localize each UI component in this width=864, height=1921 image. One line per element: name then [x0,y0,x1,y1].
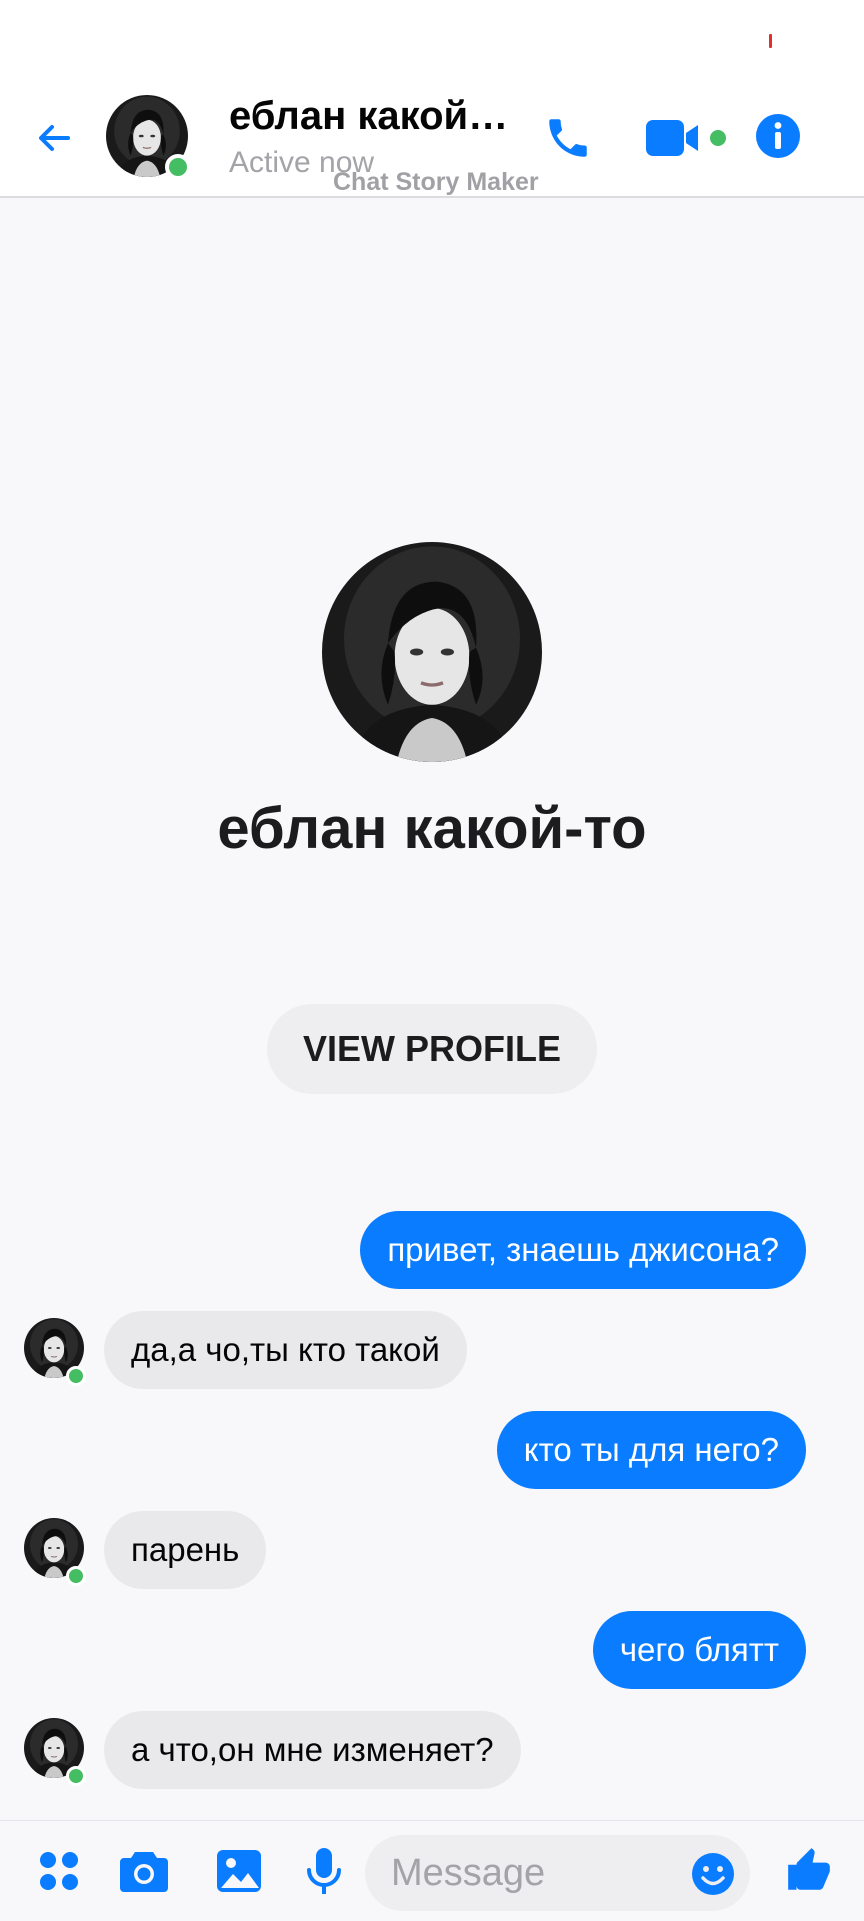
message-bubble[interactable]: парень [104,1511,267,1589]
apps-icon [40,1852,78,1890]
message-bubble[interactable]: привет, знаешь джисона? [360,1211,806,1289]
contact-name[interactable]: еблан какой-то [229,94,519,139]
online-indicator [66,1766,86,1786]
voice-call-button[interactable] [538,108,598,168]
message-input[interactable] [391,1835,661,1911]
back-arrow-icon [39,125,70,151]
profile-name: еблан какой-то [217,796,647,861]
back-button[interactable] [28,112,80,164]
info-button[interactable] [748,106,808,166]
status-bar [0,0,864,88]
emoji-icon [692,1853,734,1895]
phone-icon [549,119,587,157]
gallery-button[interactable] [211,1843,267,1899]
online-indicator [66,1566,86,1586]
camera-icon [120,1852,168,1892]
message-bubble[interactable]: чего блятт [592,1611,806,1689]
gallery-icon [217,1850,261,1892]
emoji-button[interactable] [690,1851,736,1897]
thumbs-up-icon [788,1848,830,1890]
voice-message-button[interactable] [296,1843,352,1899]
chat-header: еблан какой-то Active now Chat Story Mak… [0,88,864,198]
message-composer [0,1820,864,1921]
info-icon [756,114,800,158]
status-indicator [769,34,772,48]
message-field [365,1835,750,1911]
message-bubble[interactable]: да,а чо,ты кто такой [104,1311,467,1389]
message-bubble[interactable]: а что,он мне изменяет? [104,1711,521,1789]
online-indicator [165,154,191,180]
watermark: Chat Story Maker [333,168,539,196]
apps-button[interactable] [31,1843,87,1899]
online-indicator [66,1366,86,1386]
profile-avatar [322,542,542,762]
video-camera-icon [646,120,726,156]
like-button[interactable] [781,1843,837,1899]
microphone-icon [307,1848,341,1894]
view-profile-button[interactable]: VIEW PROFILE [267,1004,597,1094]
camera-button[interactable] [116,1843,172,1899]
message-bubble[interactable]: кто ты для него? [496,1411,806,1489]
video-call-button[interactable] [640,108,730,168]
